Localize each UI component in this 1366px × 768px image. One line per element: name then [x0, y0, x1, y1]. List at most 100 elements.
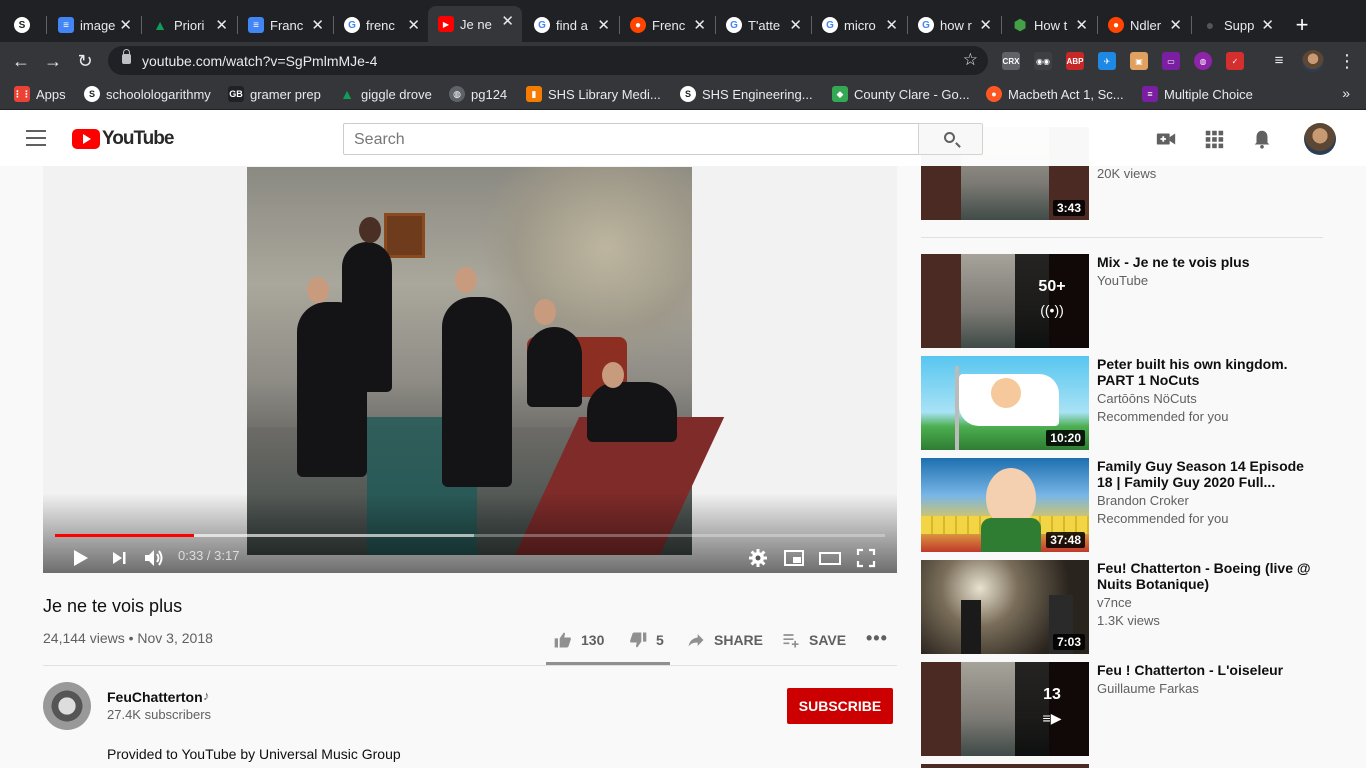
tab-5[interactable]: G find a ✕	[524, 10, 618, 40]
github-icon: ●	[1205, 17, 1215, 33]
menu-dots-icon[interactable]: ⋮	[1336, 50, 1358, 72]
channel-name[interactable]: FeuChatterton	[107, 689, 203, 705]
video-thumbnail: 50+ ((•))	[921, 254, 1089, 348]
bookmark-schoology[interactable]: S schoolologarithmy	[84, 86, 211, 102]
bookmark-apps[interactable]: ⋮⋮ Apps	[13, 86, 66, 102]
account-avatar[interactable]	[1304, 123, 1336, 155]
radio-waves-icon: ((•))	[1040, 302, 1064, 318]
notifications-bell-icon[interactable]	[1251, 128, 1273, 150]
media-queue-icon[interactable]: ≡	[1268, 50, 1290, 72]
close-icon[interactable]: ✕	[979, 16, 992, 34]
share-button[interactable]: SHARE	[686, 630, 763, 650]
tab-skype[interactable]: S	[4, 10, 48, 40]
bookmark-grammar[interactable]: GB gramer prep	[228, 86, 321, 102]
recommendation-item[interactable]: 37:48 Family Guy Season 14 Episode 18 | …	[921, 458, 1341, 552]
tab-2[interactable]: ≡ Franc ✕	[238, 10, 332, 40]
search-input[interactable]: Search	[343, 123, 919, 155]
close-icon[interactable]: ✕	[1075, 16, 1088, 34]
close-icon[interactable]: ✕	[311, 16, 324, 34]
grid-icon: ⋮⋮	[13, 86, 31, 102]
tab-7[interactable]: G T'atte ✕	[716, 10, 810, 40]
close-icon[interactable]: ✕	[597, 16, 610, 34]
tab-6[interactable]: ● Frenc ✕	[620, 10, 714, 40]
fullscreen-icon[interactable]	[854, 546, 878, 570]
tab-11[interactable]: ● Ndler ✕	[1098, 10, 1190, 40]
settings-gear-icon[interactable]	[746, 546, 770, 570]
search-button[interactable]	[918, 123, 983, 155]
bookmark-pg124[interactable]: ◍ pg124	[449, 86, 507, 102]
close-icon[interactable]: ✕	[885, 16, 898, 34]
reload-icon[interactable]: ↻	[74, 50, 96, 72]
miniplayer-icon[interactable]	[782, 546, 806, 570]
box-icon[interactable]: ▣	[1130, 52, 1148, 70]
bookmark-multiple-choice[interactable]: ≡ Multiple Choice	[1142, 86, 1253, 102]
more-bookmarks-icon[interactable]: »	[1342, 85, 1350, 101]
tab-4-active[interactable]: ▶ Je ne ✕	[428, 6, 522, 42]
bookmark-shs-engineering[interactable]: S SHS Engineering...	[680, 86, 813, 102]
rec-channel: Brandon Croker	[1097, 493, 1189, 508]
theater-mode-icon[interactable]	[818, 546, 842, 570]
save-button[interactable]: SAVE	[781, 630, 846, 650]
bookmark-drive[interactable]: ▲ giggle drove	[339, 86, 432, 102]
channel-avatar[interactable]	[43, 682, 91, 730]
recommendation-item[interactable]: 50+ ((•)) Mix - Je ne te vois plus YouTu…	[921, 254, 1341, 348]
subscribe-button[interactable]: SUBSCRIBE	[787, 688, 893, 724]
forward-icon[interactable]: →	[42, 50, 64, 72]
apps-grid-icon[interactable]	[1203, 128, 1225, 150]
bookmark-shs-library[interactable]: ▮ SHS Library Medi...	[526, 86, 661, 102]
play-icon[interactable]	[68, 546, 92, 570]
recommendation-item[interactable]: 10:20 Peter built his own kingdom. PART …	[921, 356, 1341, 450]
bookmark-county-clare[interactable]: ◆ County Clare - Go...	[832, 86, 970, 102]
new-tab-button[interactable]: +	[1290, 12, 1314, 38]
close-icon[interactable]: ✕	[1169, 16, 1182, 34]
close-icon[interactable]: ✕	[789, 16, 802, 34]
rec-note: Recommended for you	[1097, 409, 1229, 424]
save-label: SAVE	[809, 632, 847, 648]
close-icon[interactable]: ✕	[119, 16, 132, 34]
close-icon[interactable]: ✕	[693, 16, 706, 34]
video-player[interactable]: 0:33 / 3:17	[43, 110, 897, 573]
tab-12[interactable]: ● Supp ✕	[1192, 10, 1282, 40]
recommendation-item[interactable]: 7:03 Feu! Chatterton - Boeing (live @ Nu…	[921, 560, 1341, 654]
s-circle-icon: S	[14, 17, 30, 33]
screen-icon[interactable]: ▭	[1162, 52, 1180, 70]
check-icon[interactable]: ✓	[1226, 52, 1244, 70]
hamburger-menu-icon[interactable]	[26, 130, 46, 146]
tab-3[interactable]: G frenc ✕	[334, 10, 428, 40]
like-button[interactable]: 130	[553, 630, 604, 650]
search-placeholder: Search	[354, 131, 405, 148]
color-wheel-icon[interactable]: ◍	[1194, 52, 1212, 70]
url-text[interactable]: youtube.com/watch?v=SgPmlmMJe-4	[142, 53, 377, 69]
tab-0[interactable]: ≡ image ✕	[48, 10, 140, 40]
close-icon[interactable]: ✕	[1261, 16, 1274, 34]
close-icon[interactable]: ✕	[407, 16, 420, 34]
tab-10[interactable]: ⬢ How t ✕	[1002, 10, 1096, 40]
adblock-icon[interactable]: ABP	[1066, 52, 1084, 70]
video-thumbnail: 37:48	[921, 458, 1089, 552]
bookmark-macbeth[interactable]: ● Macbeth Act 1, Sc...	[986, 86, 1124, 102]
video-thumbnail: 7:03	[921, 560, 1089, 654]
close-icon[interactable]: ✕	[215, 16, 228, 34]
bookmark-star-icon[interactable]: ☆	[963, 50, 978, 70]
tab-9[interactable]: G how r ✕	[908, 10, 1000, 40]
crx-icon[interactable]: CRX	[1002, 52, 1020, 70]
recommendation-item[interactable]: 13 ≡▶ Feu ! Chatterton - L'oiseleur Guil…	[921, 662, 1341, 756]
close-icon[interactable]: ✕	[501, 12, 514, 30]
back-icon[interactable]: ←	[10, 50, 32, 72]
tab-1[interactable]: ▲ Priori ✕	[142, 10, 236, 40]
youtube-logo[interactable]: YouTube	[72, 128, 174, 150]
recommendation-partial-bottom[interactable]	[921, 764, 1341, 768]
tab-8[interactable]: G micro ✕	[812, 10, 906, 40]
progress-bar[interactable]	[55, 534, 885, 537]
owl-icon[interactable]: ◉◉	[1034, 52, 1052, 70]
profile-avatar[interactable]	[1302, 50, 1324, 72]
bird-icon[interactable]: ✈	[1098, 52, 1116, 70]
create-video-icon[interactable]	[1155, 128, 1177, 150]
more-actions-icon[interactable]: •••	[866, 628, 888, 649]
next-icon[interactable]	[107, 546, 131, 570]
volume-icon[interactable]	[142, 546, 166, 570]
address-bar[interactable]: youtube.com/watch?v=SgPmlmMJe-4 ☆	[108, 46, 988, 75]
dislike-button[interactable]: 5	[628, 630, 664, 650]
bookmark-label: giggle drove	[361, 86, 432, 102]
tab-title: How t	[1034, 17, 1068, 33]
